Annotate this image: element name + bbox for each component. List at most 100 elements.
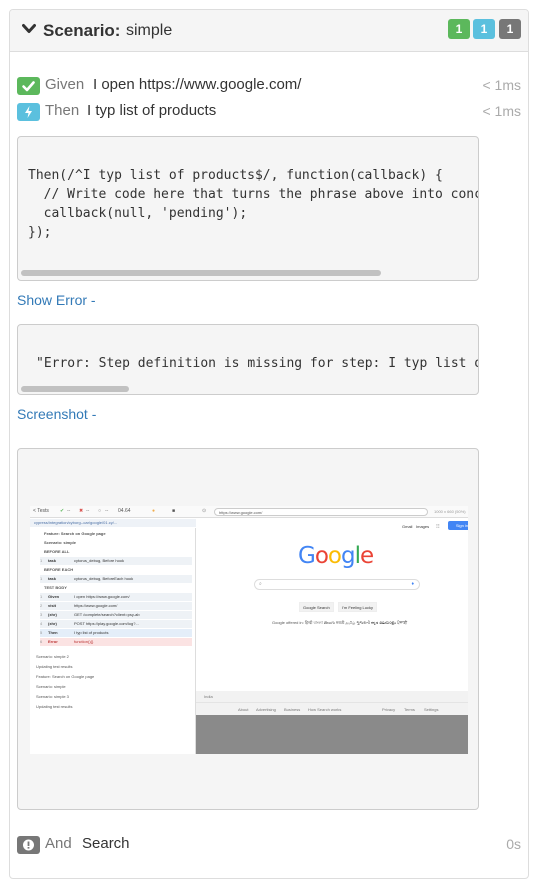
step-text: I open https://www.google.com/ xyxy=(93,76,302,93)
close-icon: ✖ xyxy=(79,508,84,514)
command-name: (xhr) xyxy=(48,621,57,626)
sign-in-button: Sign in xyxy=(448,521,468,530)
target-icon: ⊙ xyxy=(202,508,207,514)
snippet-line: Then(/^I typ list of products$/, functio… xyxy=(28,168,443,183)
apps-icon: ⁝⁝ xyxy=(436,524,440,530)
command-row: 1 Given I open https://www.google.com/ xyxy=(40,593,192,601)
command-name: (xhr) xyxy=(48,612,57,617)
step-and: And Search 0s xyxy=(17,834,521,856)
screenshot-image: < Tests ✔ -- ✖ -- ○ -- 04.64 ● ■ cypress… xyxy=(30,506,468,754)
step-keyword: And xyxy=(45,835,72,852)
show-error-link[interactable]: Show Error - xyxy=(17,292,96,308)
footer-country: India xyxy=(196,691,468,703)
exclamation-icon xyxy=(17,836,40,854)
step-given: Given I open https://www.google.com/ < 1… xyxy=(17,75,521,97)
footer-link: Privacy xyxy=(382,707,396,712)
scenario-keyword: Scenario: xyxy=(43,21,121,40)
runner-toolbar: < Tests ✔ -- ✖ -- ○ -- 04.64 ● ■ xyxy=(30,506,196,518)
footer-links: About Advertising Business How Search wo… xyxy=(196,703,468,715)
command-name: visit xyxy=(48,603,57,608)
google-page: Gmail Images ⁝⁝ Sign in Google ⌕ ♦ Googl… xyxy=(196,519,468,754)
command-row: 3 (xhr) GET /complete/search?client=psy-ab xyxy=(40,611,192,619)
viewport-size: 1000 x 660 (50%) xyxy=(434,509,466,514)
images-link: Images xyxy=(416,524,430,529)
suite-item: Updating test results xyxy=(36,704,73,709)
google-logo: Google xyxy=(298,543,374,569)
snippet-code: Then(/^I typ list of products$/, functio… xyxy=(28,166,479,242)
run-time: 04.64 xyxy=(118,508,131,514)
check-icon: ✔ xyxy=(60,508,65,514)
step-duration: < 1ms xyxy=(482,77,521,93)
horizontal-scrollbar[interactable] xyxy=(21,270,381,276)
horizontal-scrollbar[interactable] xyxy=(21,386,129,392)
screenshot-link[interactable]: Screenshot - xyxy=(17,406,96,422)
search-icon: ⌕ xyxy=(259,581,262,587)
command-name: Given xyxy=(48,594,60,599)
snippet-line: callback(null, 'pending'); xyxy=(28,206,248,221)
gmail-link: Gmail xyxy=(402,524,413,529)
pending-count: -- xyxy=(105,508,109,514)
command-argument: cytorus_debug, Before hook xyxy=(74,558,125,563)
command-row: BEFORE ALL xyxy=(36,548,192,556)
command-row: 5 Then I typ list of products xyxy=(40,629,192,637)
step-text: I typ list of products xyxy=(87,102,217,119)
command-row: 2 visit https://www.google.com/ xyxy=(40,602,192,610)
failed-count: -- xyxy=(86,508,90,514)
command-row: 6 Error function(){} xyxy=(40,638,192,646)
stop-icon: ■ xyxy=(172,508,176,514)
footer-link: Business xyxy=(284,707,301,712)
command-name: Error xyxy=(48,639,58,644)
scenario-panel: Scenario: simple 1 1 1 Given I open http… xyxy=(9,9,529,879)
command-argument: I typ list of products xyxy=(74,630,109,635)
error-text: "Error: Step definition is missing for s… xyxy=(36,356,478,371)
command-number: 5 xyxy=(40,630,43,635)
suite-item: Scenario: simple xyxy=(36,684,66,689)
url-text: https://www.google.com/ xyxy=(219,510,263,515)
step-definition-snippet[interactable]: Then(/^I typ list of products$/, functio… xyxy=(17,136,479,281)
microphone-icon: ♦ xyxy=(411,581,414,587)
step-keyword: Given xyxy=(45,76,85,93)
step-keyword: Then xyxy=(45,102,80,119)
snippet-line: // Write code here that turns the phrase… xyxy=(43,187,479,202)
command-row: TEST BODY xyxy=(36,584,192,592)
suite-item: Updating test results xyxy=(36,664,73,669)
offered-in-languages: Google offered in: हिन्दी বাংলা తెలుగు म… xyxy=(272,620,408,625)
snippet-line: }); xyxy=(28,225,52,240)
spec-path: cypress/integration/cyborg--car/google/0… xyxy=(34,520,118,525)
command-row: 1 task cytorus_debug, Before hook xyxy=(40,557,192,565)
command-name: BEFORE EACH xyxy=(44,567,74,572)
footer-link: Settings xyxy=(424,707,439,712)
scenario-header[interactable]: Scenario: simple 1 1 1 xyxy=(10,10,528,52)
step-text: Search xyxy=(82,835,130,852)
failed-count-badge: 1 xyxy=(499,19,521,39)
command-name: BEFORE ALL xyxy=(44,549,70,554)
command-argument: cytorus_debug, BeforeEach hook xyxy=(74,576,134,581)
footer-link: Advertising xyxy=(256,707,276,712)
command-name: Scenario: simple xyxy=(44,540,77,545)
check-icon xyxy=(17,77,40,95)
footer-link: About xyxy=(238,707,249,712)
command-number: 1 xyxy=(40,558,43,563)
empty-viewport-area xyxy=(196,715,468,754)
error-message-box[interactable]: "Error: Step definition is missing for s… xyxy=(17,324,479,395)
command-row: 4 (xhr) POST https://play.google.com/log?.… xyxy=(40,620,192,628)
command-argument: https://www.google.com/ xyxy=(74,603,118,608)
suite-item: Scenario: simple 3 xyxy=(36,694,69,699)
command-number: 1 xyxy=(40,576,43,581)
command-name: task xyxy=(48,576,57,581)
command-row: Scenario: simple xyxy=(36,539,192,547)
command-argument: function(){} xyxy=(74,639,94,644)
command-row: Feature: Search on Google page xyxy=(36,530,192,538)
step-duration: 0s xyxy=(506,836,521,852)
feeling-lucky-button: I'm Feeling Lucky xyxy=(338,602,377,612)
chevron-down-icon[interactable] xyxy=(22,23,36,35)
suite-item: Scenario: simple 2 xyxy=(36,654,69,659)
command-argument: GET /complete/search?client=psy-ab xyxy=(74,612,140,617)
command-name: Feature: Search on Google page xyxy=(44,531,106,536)
pending-circle-icon: ○ xyxy=(98,508,102,514)
google-search-box: ⌕ ♦ xyxy=(254,579,420,590)
command-row: 1 task cytorus_debug, BeforeEach hook xyxy=(40,575,192,583)
command-row: BEFORE EACH xyxy=(36,566,192,574)
country-label: India xyxy=(204,694,213,699)
step-duration: < 1ms xyxy=(482,103,521,119)
